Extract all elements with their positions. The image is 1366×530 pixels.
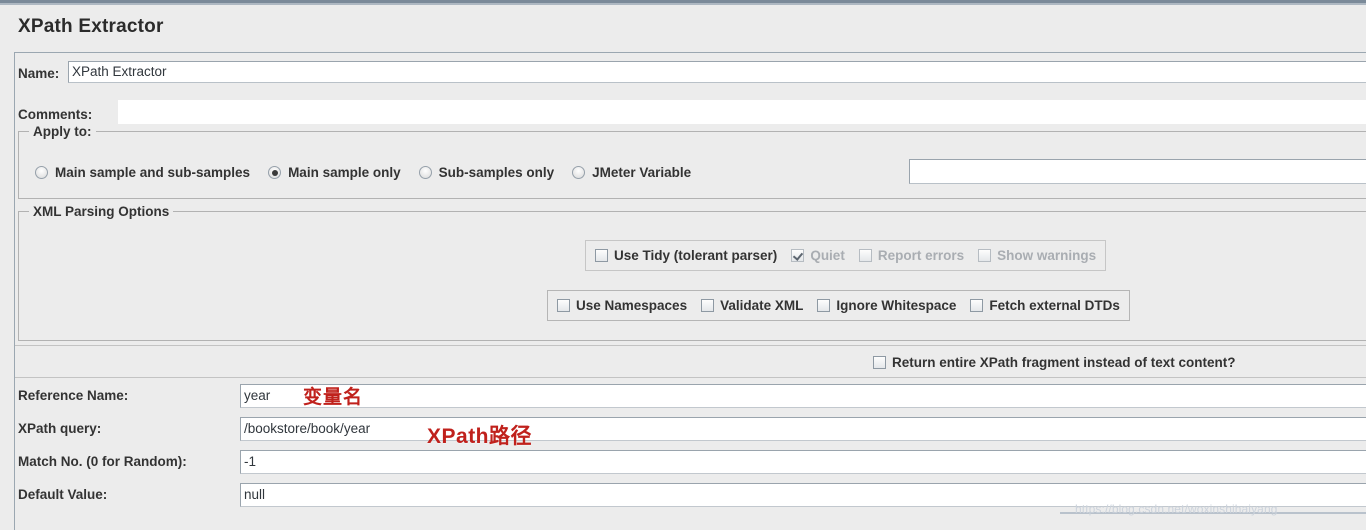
default-value-label: Default Value:: [18, 487, 108, 502]
annotation-xpath-path: XPath路径: [427, 425, 533, 448]
checkbox-box-icon: [978, 249, 992, 262]
checkbox-label: Show warnings: [997, 248, 1097, 263]
radio-circle-selected-icon: [268, 166, 282, 179]
checkbox-box-icon: [970, 299, 984, 312]
xml-parsing-legend: XML Parsing Options: [29, 204, 174, 219]
divider-below-fragment: [15, 377, 1366, 378]
window-chrome-highlight: [0, 3, 1366, 5]
radio-main-only[interactable]: Main sample only: [268, 165, 401, 180]
checkbox-quiet[interactable]: Quiet: [791, 248, 845, 263]
checkbox-box-icon: [595, 249, 608, 262]
name-label: Name:: [18, 65, 60, 81]
checkbox-label: Validate XML: [720, 298, 804, 313]
checkbox-box-icon: [701, 299, 715, 312]
watermark-text: https://blog.csdn.net/woxinshihaiyang: [1075, 502, 1278, 516]
match-no-input[interactable]: [240, 450, 1366, 474]
checkbox-label: Use Namespaces: [576, 298, 688, 313]
match-no-label: Match No. (0 for Random):: [18, 454, 187, 469]
reference-name-input[interactable]: [240, 384, 1366, 408]
annotation-variable-name: 变量名: [303, 387, 364, 408]
checkbox-return-fragment[interactable]: Return entire XPath fragment instead of …: [873, 355, 1236, 370]
radio-circle-icon: [572, 166, 586, 179]
checkbox-label: Quiet: [810, 248, 845, 263]
checkbox-use-tidy[interactable]: Use Tidy (tolerant parser): [595, 248, 777, 263]
checkbox-label: Ignore Whitespace: [836, 298, 957, 313]
checkbox-fetch-external-dtds[interactable]: Fetch external DTDs: [970, 298, 1120, 313]
jmeter-variable-input[interactable]: [909, 159, 1366, 184]
name-input[interactable]: [68, 61, 1366, 83]
checkbox-box-icon: [858, 249, 872, 262]
checkbox-show-warnings[interactable]: Show warnings: [978, 248, 1096, 263]
checkbox-box-icon: [557, 299, 570, 312]
checkbox-use-namespaces[interactable]: Use Namespaces: [557, 298, 687, 313]
apply-to-legend: Apply to:: [29, 124, 96, 139]
fragment-option-row: Return entire XPath fragment instead of …: [873, 355, 1236, 370]
xpath-query-input[interactable]: [240, 417, 1366, 441]
checkbox-validate-xml[interactable]: Validate XML: [701, 298, 803, 313]
radio-main-and-sub[interactable]: Main sample and sub-samples: [35, 165, 250, 180]
checkbox-box-icon: [817, 299, 831, 312]
page-title: XPath Extractor: [18, 16, 164, 37]
divider-above-fragment: [15, 345, 1366, 346]
checkbox-label: Return entire XPath fragment instead of …: [892, 355, 1236, 370]
comments-label: Comments:: [18, 106, 93, 122]
radio-label: Sub-samples only: [438, 165, 555, 180]
xpath-extractor-panel: XPath Extractor Name: Comments: Apply to…: [0, 0, 1366, 530]
radio-circle-icon: [418, 166, 432, 179]
comments-input[interactable]: [118, 100, 1366, 124]
tidy-options-panel: Use Tidy (tolerant parser) Quiet Report …: [585, 240, 1107, 271]
xml-flags-panel: Use Namespaces Validate XML Ignore White…: [547, 290, 1130, 321]
radio-circle-icon: [35, 166, 48, 179]
xml-parsing-options-group: XML Parsing Options Use Tidy (tolerant p…: [18, 204, 1366, 341]
checkbox-label: Report errors: [877, 248, 965, 263]
apply-to-radio-group: Main sample and sub-samples Main sample …: [35, 165, 709, 180]
reference-name-label: Reference Name:: [18, 388, 129, 403]
checkbox-ignore-whitespace[interactable]: Ignore Whitespace: [817, 298, 956, 313]
checkbox-box-icon: [873, 356, 886, 369]
checkbox-label: Use Tidy (tolerant parser): [614, 248, 778, 263]
radio-jmeter-variable[interactable]: JMeter Variable: [572, 165, 691, 180]
radio-label: Main sample only: [288, 165, 401, 180]
apply-to-group: Apply to: Main sample and sub-samples Ma…: [18, 124, 1366, 199]
checkbox-checked-icon: [791, 249, 805, 262]
checkbox-report-errors[interactable]: Report errors: [858, 248, 965, 263]
radio-label: JMeter Variable: [592, 165, 692, 180]
radio-sub-only[interactable]: Sub-samples only: [418, 165, 555, 180]
radio-label: Main sample and sub-samples: [55, 165, 251, 180]
checkbox-label: Fetch external DTDs: [989, 298, 1120, 313]
name-row: Name:: [18, 60, 59, 86]
xpath-query-label: XPath query:: [18, 421, 102, 436]
